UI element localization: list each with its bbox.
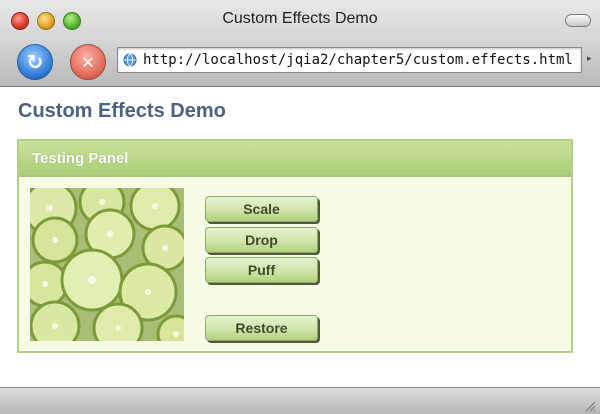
url-dropdown-icon[interactable]: ▸: [587, 54, 592, 64]
panel-header: Testing Panel: [19, 141, 571, 177]
stop-x-icon: ✕: [81, 52, 95, 72]
page-title: Custom Effects Demo: [18, 100, 226, 122]
browser-window: Custom Effects Demo ↻ ✕ http://localhost…: [0, 0, 600, 414]
page-content: Custom Effects Demo Testing Panel Scale …: [0, 87, 600, 387]
restore-button[interactable]: Restore: [205, 315, 318, 341]
drop-button[interactable]: Drop: [205, 227, 318, 253]
status-bar: [0, 387, 600, 414]
window-title: Custom Effects Demo: [222, 10, 378, 27]
toolbar-toggle-button[interactable]: [565, 14, 591, 27]
address-bar[interactable]: http://localhost/jqia2/chapter5/custom.e…: [117, 47, 582, 73]
address-text: http://localhost/jqia2/chapter5/custom.e…: [143, 52, 573, 68]
limes-photo: [30, 188, 184, 341]
testing-panel: Testing Panel Scale Drop Puff Restore: [17, 139, 573, 353]
puff-button[interactable]: Puff: [205, 257, 318, 283]
back-button[interactable]: ↻: [17, 44, 53, 80]
back-arrow-icon: ↻: [26, 50, 44, 74]
limes-image: [30, 188, 184, 341]
stop-button[interactable]: ✕: [70, 44, 106, 80]
scale-button[interactable]: Scale: [205, 196, 318, 222]
globe-icon: [123, 53, 137, 67]
resize-grip-icon[interactable]: [584, 400, 596, 412]
browser-chrome: Custom Effects Demo ↻ ✕ http://localhost…: [0, 0, 600, 87]
